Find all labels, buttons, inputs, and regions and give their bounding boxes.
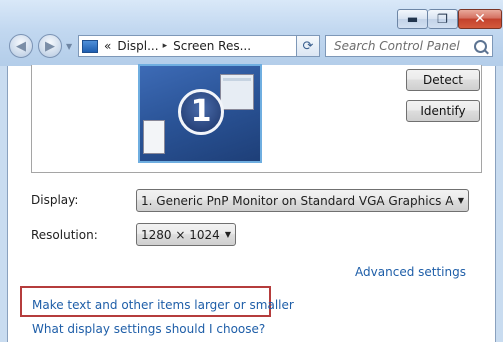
resolution-select[interactable]: 1280 × 1024 ▼ (136, 223, 236, 246)
detect-button[interactable]: Detect (406, 69, 480, 91)
content-area: 1 Detect Identify Display: 1. Generic Pn… (7, 64, 496, 342)
breadcrumb-screen-resolution[interactable]: Screen Res... (173, 39, 251, 53)
chevron-down-icon: ▼ (457, 196, 465, 205)
address-bar[interactable]: « Displ... ▸ Screen Res... ▼ (78, 35, 320, 57)
forward-button[interactable]: ▶ (38, 34, 62, 58)
resolution-label: Resolution: (31, 228, 98, 242)
monitor-number: 1 (190, 94, 212, 129)
search-icon[interactable] (474, 40, 487, 53)
minimize-icon: ▬ (406, 12, 419, 26)
thumbnail-window-graphic (143, 120, 165, 154)
advanced-settings-link[interactable]: Advanced settings (355, 265, 466, 279)
display-select[interactable]: 1. Generic PnP Monitor on Standard VGA G… (136, 189, 469, 212)
monitor-number-badge: 1 (178, 89, 224, 135)
search-input[interactable] (334, 39, 474, 53)
monitor-1-thumbnail[interactable]: 1 (138, 64, 262, 163)
back-arrow-icon: ◀ (16, 38, 26, 54)
resolution-select-value: 1280 × 1024 (141, 227, 220, 242)
display-label: Display: (31, 193, 79, 207)
text-size-link[interactable]: Make text and other items larger or smal… (32, 298, 294, 312)
chevron-down-icon: ▼ (224, 230, 232, 239)
breadcrumb-separator-icon[interactable]: ▸ (163, 41, 168, 51)
minimize-button[interactable]: ▬ (397, 9, 428, 29)
refresh-button[interactable]: ⟳ (296, 35, 320, 57)
monitor-arrangement-panel: 1 Detect Identify (31, 64, 482, 173)
breadcrumb-prefix[interactable]: « (104, 39, 111, 53)
search-box[interactable] (325, 35, 493, 57)
identify-button[interactable]: Identify (406, 100, 480, 122)
maximize-button[interactable]: ❐ (428, 9, 458, 29)
display-select-value: 1. Generic PnP Monitor on Standard VGA G… (141, 193, 454, 208)
thumbnail-window-graphic (220, 74, 254, 110)
breadcrumb-display[interactable]: Displ... (117, 39, 158, 53)
control-panel-icon (82, 39, 98, 53)
recent-pages-dropdown-icon[interactable]: ▼ (66, 42, 72, 51)
close-icon: ✕ (474, 11, 486, 27)
display-settings-help-link[interactable]: What display settings should I choose? (32, 322, 265, 336)
forward-arrow-icon: ▶ (45, 38, 55, 54)
maximize-icon: ❐ (437, 12, 448, 26)
back-button[interactable]: ◀ (9, 34, 33, 58)
close-button[interactable]: ✕ (458, 9, 502, 29)
refresh-icon: ⟳ (302, 38, 314, 54)
